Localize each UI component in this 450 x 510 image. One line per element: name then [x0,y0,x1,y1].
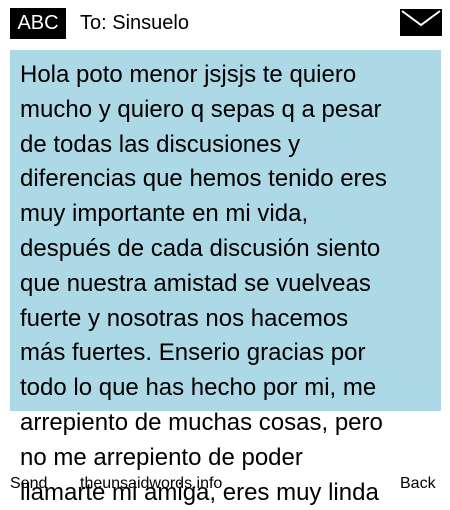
envelope-icon [400,9,442,36]
input-mode-badge[interactable]: ABC [10,8,66,39]
back-softkey[interactable]: Back [400,474,436,494]
recipient-label: To: Sinsuelo [80,12,189,34]
send-softkey[interactable]: Send [10,474,47,494]
site-credit: theunsaidwords.info [80,475,223,492]
message-body: Hola poto menor jsjsjs te quiero mucho y… [20,61,387,506]
message-header: ABC To: Sinsuelo [0,0,450,46]
